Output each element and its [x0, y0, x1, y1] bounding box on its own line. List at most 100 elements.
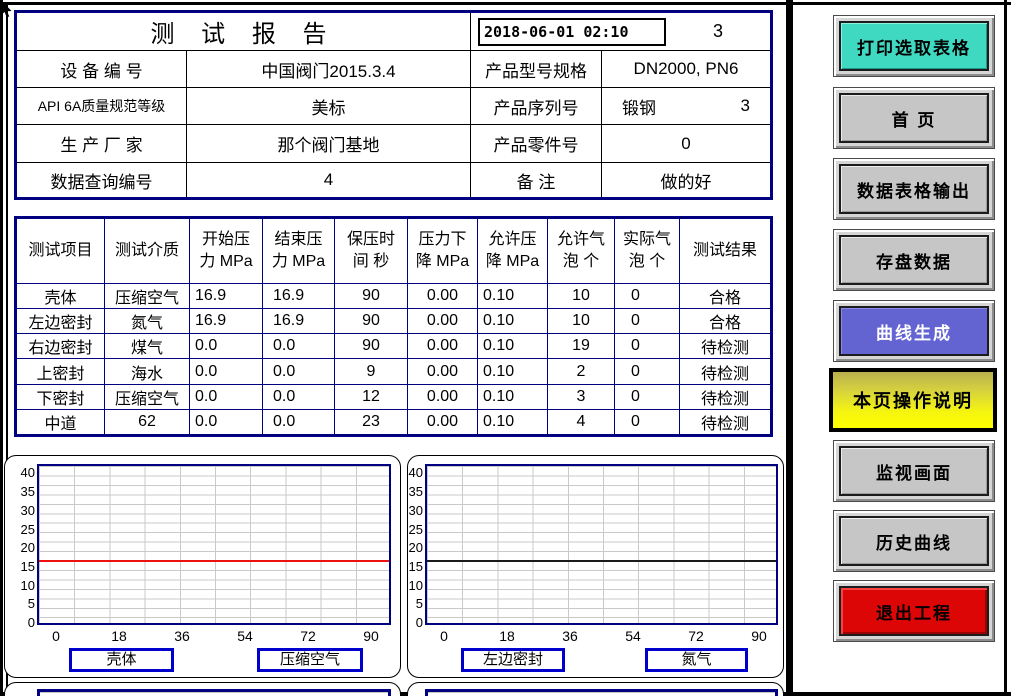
test-table-cell: 0 [614, 358, 679, 383]
field-label-manufacturer: 生 产 厂 家 [17, 124, 186, 162]
chart-plot-area [37, 464, 391, 625]
data-table-export-button[interactable]: 数据表格输出 [833, 158, 995, 220]
y-axis-tick: 15 [408, 560, 423, 574]
y-axis-tick: 35 [408, 485, 423, 499]
test-table-cell: 2 [547, 358, 614, 383]
y-axis-tick: 5 [9, 597, 35, 611]
test-table-cell: 0.0 [189, 409, 262, 434]
chart-plot-area [425, 464, 778, 625]
test-table-cell: 待检测 [679, 384, 770, 409]
field-value-api-grade: 美标 [186, 87, 470, 124]
home-button-label: 首 页 [839, 93, 989, 143]
test-table-header-cell: 实际气泡 个 [614, 219, 679, 283]
test-table-cell: 0.10 [477, 308, 547, 333]
test-table-header-cell: 允许压降 MPa [477, 219, 547, 283]
field-label-remark: 备 注 [470, 162, 601, 197]
chart-left-seal-test: 左边密封 氮气 403530252015105001836547290 [407, 455, 784, 678]
test-table-cell: 90 [334, 333, 407, 358]
test-table-cell: 壳体 [17, 283, 104, 308]
y-axis-tick: 20 [9, 541, 35, 555]
data-table-export-button-label: 数据表格输出 [839, 164, 989, 214]
test-table-cell: 中道 [17, 409, 104, 434]
serial-material: 锻钢 [622, 94, 656, 119]
test-table-cell: 0.0 [189, 333, 262, 358]
test-table-cell: 4 [547, 409, 614, 434]
test-table-cell: 压缩空气 [104, 283, 189, 308]
field-label-query-no: 数据查询编号 [17, 162, 186, 197]
x-axis-tick: 90 [358, 628, 384, 644]
test-table-cell: 23 [334, 409, 407, 434]
test-table-cell: 0 [614, 333, 679, 358]
home-button[interactable]: 首 页 [833, 87, 995, 149]
field-label-serial-no: 产品序列号 [470, 87, 601, 124]
test-table-cell: 62 [104, 409, 189, 434]
report-datetime-field[interactable]: 2018-06-01 02:10 [478, 18, 666, 46]
test-table-cell: 海水 [104, 358, 189, 383]
x-axis-tick: 36 [557, 628, 583, 644]
test-table-cell: 0 [614, 384, 679, 409]
pressure-curve [39, 560, 389, 562]
x-axis-tick: 90 [746, 628, 772, 644]
y-axis-tick: 0 [9, 616, 35, 630]
test-table-header-cell: 测试项目 [17, 219, 104, 283]
chart-cutoff-right [407, 682, 784, 696]
test-table-cell: 0 [614, 409, 679, 434]
chart-cutoff-left [4, 682, 401, 696]
test-table-cell: 待检测 [679, 358, 770, 383]
print-table-button[interactable]: 打印选取表格 [833, 15, 995, 77]
test-table-cell: 90 [334, 308, 407, 333]
report-number: 3 [666, 21, 770, 42]
y-axis-tick: 15 [9, 560, 35, 574]
chart-plot-area [37, 689, 391, 696]
field-value-product-model: DN2000, PN6 [601, 50, 770, 87]
page-title: 测 试 报 告 [17, 13, 470, 50]
test-table-header-cell: 保压时间 秒 [334, 219, 407, 283]
test-table-cell: 12 [334, 384, 407, 409]
test-table-cell: 0 [614, 283, 679, 308]
field-value-serial-no: 锻钢 3 [601, 87, 770, 124]
window-border-right [1004, 0, 1007, 696]
test-table: 测试项目测试介质开始压力 MPa结束压力 MPa保压时间 秒压力下降 MPa允许… [14, 216, 773, 437]
test-table-cell: 0.00 [407, 384, 477, 409]
test-table-header-cell: 允许气泡 个 [547, 219, 614, 283]
chart-medium-label: 氮气 [645, 648, 748, 672]
test-table-cell: 16.9 [262, 283, 334, 308]
history-curve-button[interactable]: 历史曲线 [833, 510, 995, 572]
test-table-cell: 16.9 [262, 308, 334, 333]
test-table-cell: 0.00 [407, 358, 477, 383]
curve-generate-button[interactable]: 曲线生成 [833, 300, 995, 362]
main-sidebar-divider [786, 0, 793, 696]
monitor-screen-button[interactable]: 监视画面 [833, 440, 995, 502]
test-table-cell: 9 [334, 358, 407, 383]
field-label-product-model: 产品型号规格 [470, 50, 601, 87]
monitor-screen-button-label: 监视画面 [839, 446, 989, 496]
x-axis-tick: 72 [295, 628, 321, 644]
test-table-cell: 合格 [679, 308, 770, 333]
test-table-cell: 下密封 [17, 384, 104, 409]
y-axis-tick: 40 [9, 466, 35, 480]
test-table-cell: 19 [547, 333, 614, 358]
report-datetime-cell: 2018-06-01 02:10 3 [470, 13, 770, 50]
test-table-cell: 0.0 [189, 358, 262, 383]
test-table-cell: 0.0 [262, 384, 334, 409]
window-border-left [0, 0, 3, 696]
x-axis-tick: 54 [620, 628, 646, 644]
test-table-cell: 合格 [679, 283, 770, 308]
field-label-api-grade: API 6A质量规范等级 [17, 87, 186, 124]
chart-item-label: 壳体 [69, 648, 174, 672]
test-table-cell: 0.0 [189, 384, 262, 409]
field-value-remark: 做的好 [601, 162, 770, 197]
test-table-header-cell: 结束压力 MPa [262, 219, 334, 283]
test-table-cell: 16.9 [189, 308, 262, 333]
test-table-cell: 右边密封 [17, 333, 104, 358]
test-table-cell: 0.00 [407, 283, 477, 308]
test-table-cell: 10 [547, 308, 614, 333]
page-help-button[interactable]: 本页操作说明 [829, 368, 997, 432]
test-table-cell: 0.0 [262, 333, 334, 358]
window-border-top [0, 2, 1011, 5]
save-data-button[interactable]: 存盘数据 [833, 229, 995, 291]
exit-project-button[interactable]: 退出工程 [833, 580, 995, 642]
test-table-cell: 0.00 [407, 409, 477, 434]
exit-project-button-label: 退出工程 [839, 586, 989, 636]
y-axis-tick: 30 [408, 504, 423, 518]
